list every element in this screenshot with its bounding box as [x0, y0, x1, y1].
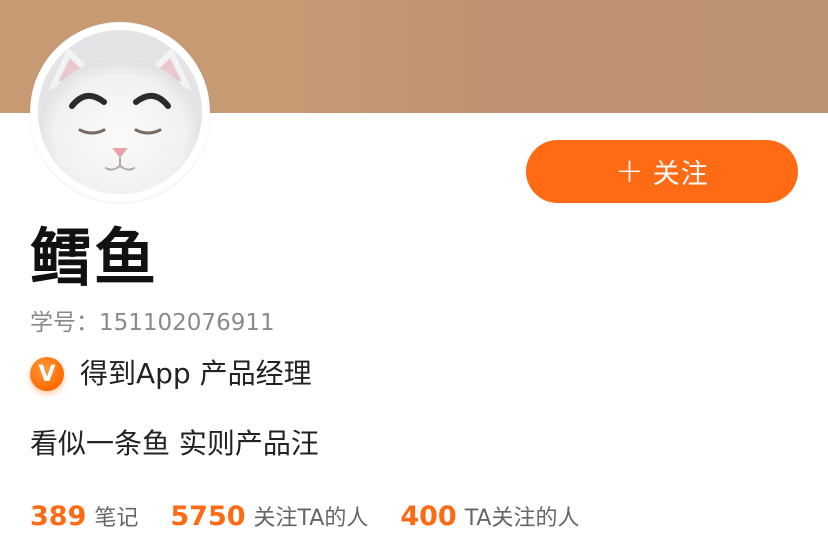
stat-following-label: TA关注的人 [464, 506, 580, 531]
follow-button[interactable]: + 关注 [526, 140, 798, 203]
student-id: 学号：151102076911 [30, 310, 275, 336]
stat-notes[interactable]: 389 笔记 [30, 500, 138, 532]
stat-notes-label: 笔记 [94, 506, 139, 531]
certification-text: 得到App 产品经理 [80, 357, 312, 390]
profile-page: + 关注 鳕鱼 学号：151102076911 V 得到App 产品经理 看似一… [0, 0, 828, 551]
stat-followers-count: 5750 [170, 501, 246, 532]
certification-row: V 得到App 产品经理 [30, 354, 312, 394]
stat-following-count: 400 [400, 501, 457, 532]
cat-avatar-icon [38, 30, 202, 194]
profile-bio: 看似一条鱼 实则产品汪 [30, 427, 319, 460]
stat-followers[interactable]: 5750 关注TA的人 [170, 500, 368, 532]
verified-badge-icon: V [30, 357, 64, 391]
profile-name: 鳕鱼 [30, 221, 159, 294]
stats-row: 389 笔记 5750 关注TA的人 400 TA关注的人 [30, 500, 611, 538]
stat-following[interactable]: 400 TA关注的人 [400, 500, 579, 532]
plus-icon: + [615, 150, 645, 191]
follow-button-label: 关注 [652, 159, 709, 190]
stat-notes-count: 389 [30, 501, 87, 532]
stat-followers-label: 关注TA的人 [253, 506, 369, 531]
avatar[interactable] [38, 30, 202, 194]
